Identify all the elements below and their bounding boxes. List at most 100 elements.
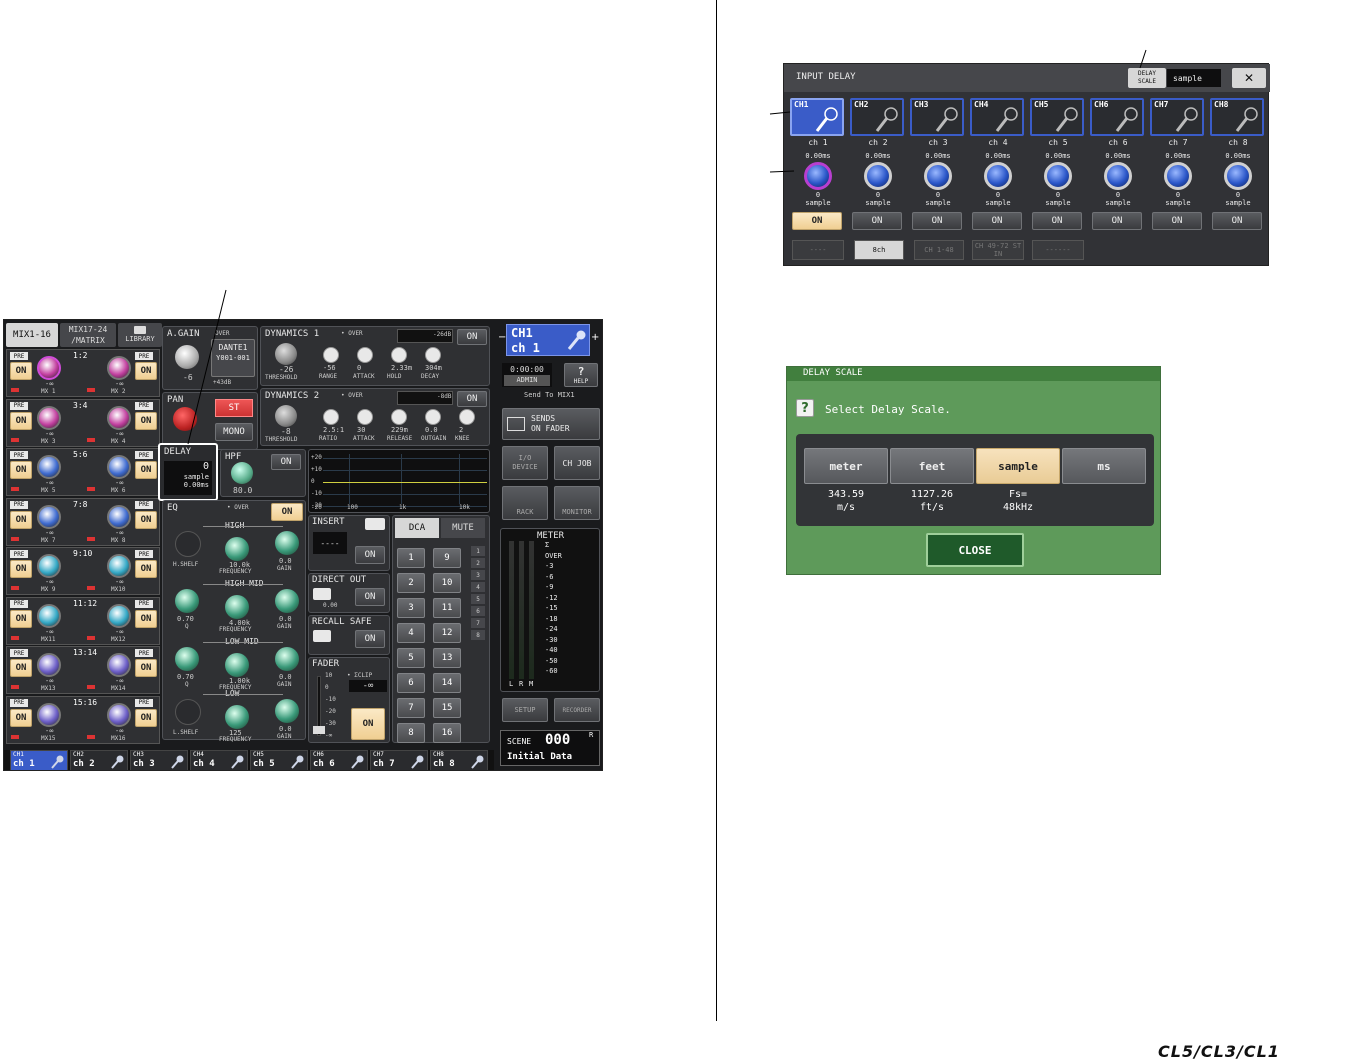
input-delay-tab[interactable]: ---- xyxy=(792,240,844,260)
dynamics2-on-button[interactable]: ON xyxy=(457,391,487,407)
input-delay-knob[interactable] xyxy=(1224,162,1252,190)
insert-on-button[interactable]: ON xyxy=(355,546,385,564)
eq-low-mid-q-knob[interactable] xyxy=(175,647,199,671)
mix-cell[interactable]: PRE ON -∞ MX 7 xyxy=(7,499,83,545)
hold-knob[interactable] xyxy=(391,347,407,363)
delay-scale-close-button[interactable]: CLOSE xyxy=(926,533,1024,567)
recall-safe-on-button[interactable]: ON xyxy=(355,630,385,648)
eq-high-gain-knob[interactable] xyxy=(275,531,299,555)
dca-button[interactable]: 14 xyxy=(433,673,461,693)
pre-badge[interactable]: PRE xyxy=(135,698,153,707)
mix-send-knob[interactable] xyxy=(37,653,61,677)
input-delay-on-button[interactable]: ON xyxy=(792,212,842,230)
channel-bar-item[interactable]: CH3 ch 3 xyxy=(130,750,188,770)
eq-low-gain-knob[interactable] xyxy=(275,699,299,723)
dca-button[interactable]: 9 xyxy=(433,548,461,568)
channel-bar-item[interactable]: CH2 ch 2 xyxy=(70,750,128,770)
monitor-button[interactable]: MONITOR xyxy=(554,486,600,520)
help-button[interactable]: ? HELP xyxy=(564,363,598,387)
channel-bar-item[interactable]: CH6 ch 6 xyxy=(310,750,368,770)
mix-send-knob[interactable] xyxy=(37,405,61,430)
eq-on-button[interactable]: ON xyxy=(271,503,303,521)
dca-button[interactable]: 13 xyxy=(433,648,461,668)
recorder-button[interactable]: RECORDER xyxy=(554,698,600,722)
pre-badge[interactable]: PRE xyxy=(135,500,153,509)
mix-cell[interactable]: PRE ON -∞ MX11 xyxy=(7,598,83,644)
mix-cell[interactable]: PRE ON -∞ MX 5 xyxy=(7,449,83,495)
dca-button[interactable]: 2 xyxy=(397,573,425,593)
knee-knob[interactable] xyxy=(459,409,475,425)
mix-on-button[interactable]: ON xyxy=(10,411,32,430)
mix-send-knob[interactable] xyxy=(107,504,131,529)
mix-send-knob[interactable] xyxy=(107,455,131,479)
fader-on-button[interactable]: ON xyxy=(351,708,385,740)
mix-send-knob[interactable] xyxy=(107,603,131,628)
mix-cell[interactable]: PRE ON -∞ MX 6 xyxy=(83,449,159,495)
eq-low-mid-freq-knob[interactable] xyxy=(225,653,249,677)
pre-badge[interactable]: PRE xyxy=(10,649,28,657)
input-delay-on-button[interactable]: ON xyxy=(1032,212,1082,230)
mix-cell[interactable]: PRE ON -∞ MX15 xyxy=(7,697,83,743)
channel-bar-item[interactable]: CH4 ch 4 xyxy=(190,750,248,770)
dca-button[interactable]: 15 xyxy=(433,698,461,718)
sends-on-fader-button[interactable]: SENDS ON FADER xyxy=(502,408,600,440)
eq-low-mid-gain-knob[interactable] xyxy=(275,647,299,671)
dca-button[interactable]: 6 xyxy=(397,673,425,693)
pre-badge[interactable]: PRE xyxy=(10,698,28,707)
mix-cell[interactable]: PRE ON -∞ MX 1 xyxy=(7,350,83,396)
mix-on-button[interactable]: ON xyxy=(135,362,157,380)
mix-cell[interactable]: PRE ON -∞ MX 4 xyxy=(83,400,159,446)
pre-badge[interactable]: PRE xyxy=(135,451,153,459)
mix-on-button[interactable]: ON xyxy=(10,609,32,628)
mix-cell[interactable]: PRE ON -∞ MX10 xyxy=(83,548,159,594)
dynamics1-on-button[interactable]: ON xyxy=(457,329,487,345)
mix-send-knob[interactable] xyxy=(37,356,61,380)
input-delay-tab[interactable]: ------ xyxy=(1032,240,1084,260)
dca-button[interactable]: 16 xyxy=(433,723,461,743)
mix-on-button[interactable]: ON xyxy=(10,362,32,380)
eq-high-shelf-circle[interactable] xyxy=(175,531,201,557)
mix-cell[interactable]: PRE ON -∞ MX 2 xyxy=(83,350,159,396)
mix-send-knob[interactable] xyxy=(107,702,131,727)
mix-send-knob[interactable] xyxy=(37,702,61,727)
delay-panel[interactable]: DELAY 0 sample 0.00ms xyxy=(158,443,218,501)
mix-on-button[interactable]: ON xyxy=(135,708,157,727)
input-delay-tab[interactable]: CH 49-72 ST IN xyxy=(972,240,1024,260)
pre-badge[interactable]: PRE xyxy=(135,649,153,657)
input-delay-on-button[interactable]: ON xyxy=(912,212,962,230)
decay-knob[interactable] xyxy=(425,347,441,363)
mix-on-button[interactable]: ON xyxy=(10,461,32,479)
scale-option-feet[interactable]: feet xyxy=(890,448,974,484)
tab-mute[interactable]: MUTE xyxy=(441,518,485,538)
selected-channel[interactable]: CH1 ch 1 xyxy=(506,324,590,356)
eq-low-shelf-circle[interactable] xyxy=(175,699,201,725)
attack-knob[interactable] xyxy=(357,347,373,363)
mix-send-knob[interactable] xyxy=(107,653,131,677)
hpf-on-button[interactable]: ON xyxy=(271,454,301,470)
channel-next-icon[interactable]: + xyxy=(591,332,599,343)
pre-badge[interactable]: PRE xyxy=(10,401,28,410)
mix-cell[interactable]: PRE ON -∞ MX 9 xyxy=(7,548,83,594)
setup-button[interactable]: SETUP xyxy=(502,698,548,722)
eq-high-mid-q-knob[interactable] xyxy=(175,589,199,613)
direct-out-menu-icon[interactable] xyxy=(313,588,331,600)
mix-send-knob[interactable] xyxy=(37,455,61,479)
dca-button[interactable]: 1 xyxy=(397,548,425,568)
dca-button[interactable]: 3 xyxy=(397,598,425,618)
channel-bar-item[interactable]: CH8 ch 8 xyxy=(430,750,488,770)
meter-panel[interactable]: METER Σ OVER -3 -6 -9 -12 -15 -18 -24 -30 -40 -50 -6… xyxy=(500,528,600,692)
pre-badge[interactable]: PRE xyxy=(135,352,153,360)
dyn1-threshold-knob[interactable] xyxy=(275,343,297,365)
scale-option-meter[interactable]: meter xyxy=(804,448,888,484)
mix-on-button[interactable]: ON xyxy=(10,708,32,727)
dca-button[interactable]: 10 xyxy=(433,573,461,593)
pre-badge[interactable]: PRE xyxy=(10,599,28,608)
outgain-knob[interactable] xyxy=(425,409,441,425)
tab-dca[interactable]: DCA xyxy=(395,518,439,538)
mix-cell[interactable]: PRE ON -∞ MX 8 xyxy=(83,499,159,545)
ratio-knob[interactable] xyxy=(323,409,339,425)
attack-knob[interactable] xyxy=(357,409,373,425)
dca-button[interactable]: 8 xyxy=(397,723,425,743)
eq-high-mid-gain-knob[interactable] xyxy=(275,589,299,613)
input-delay-on-button[interactable]: ON xyxy=(852,212,902,230)
